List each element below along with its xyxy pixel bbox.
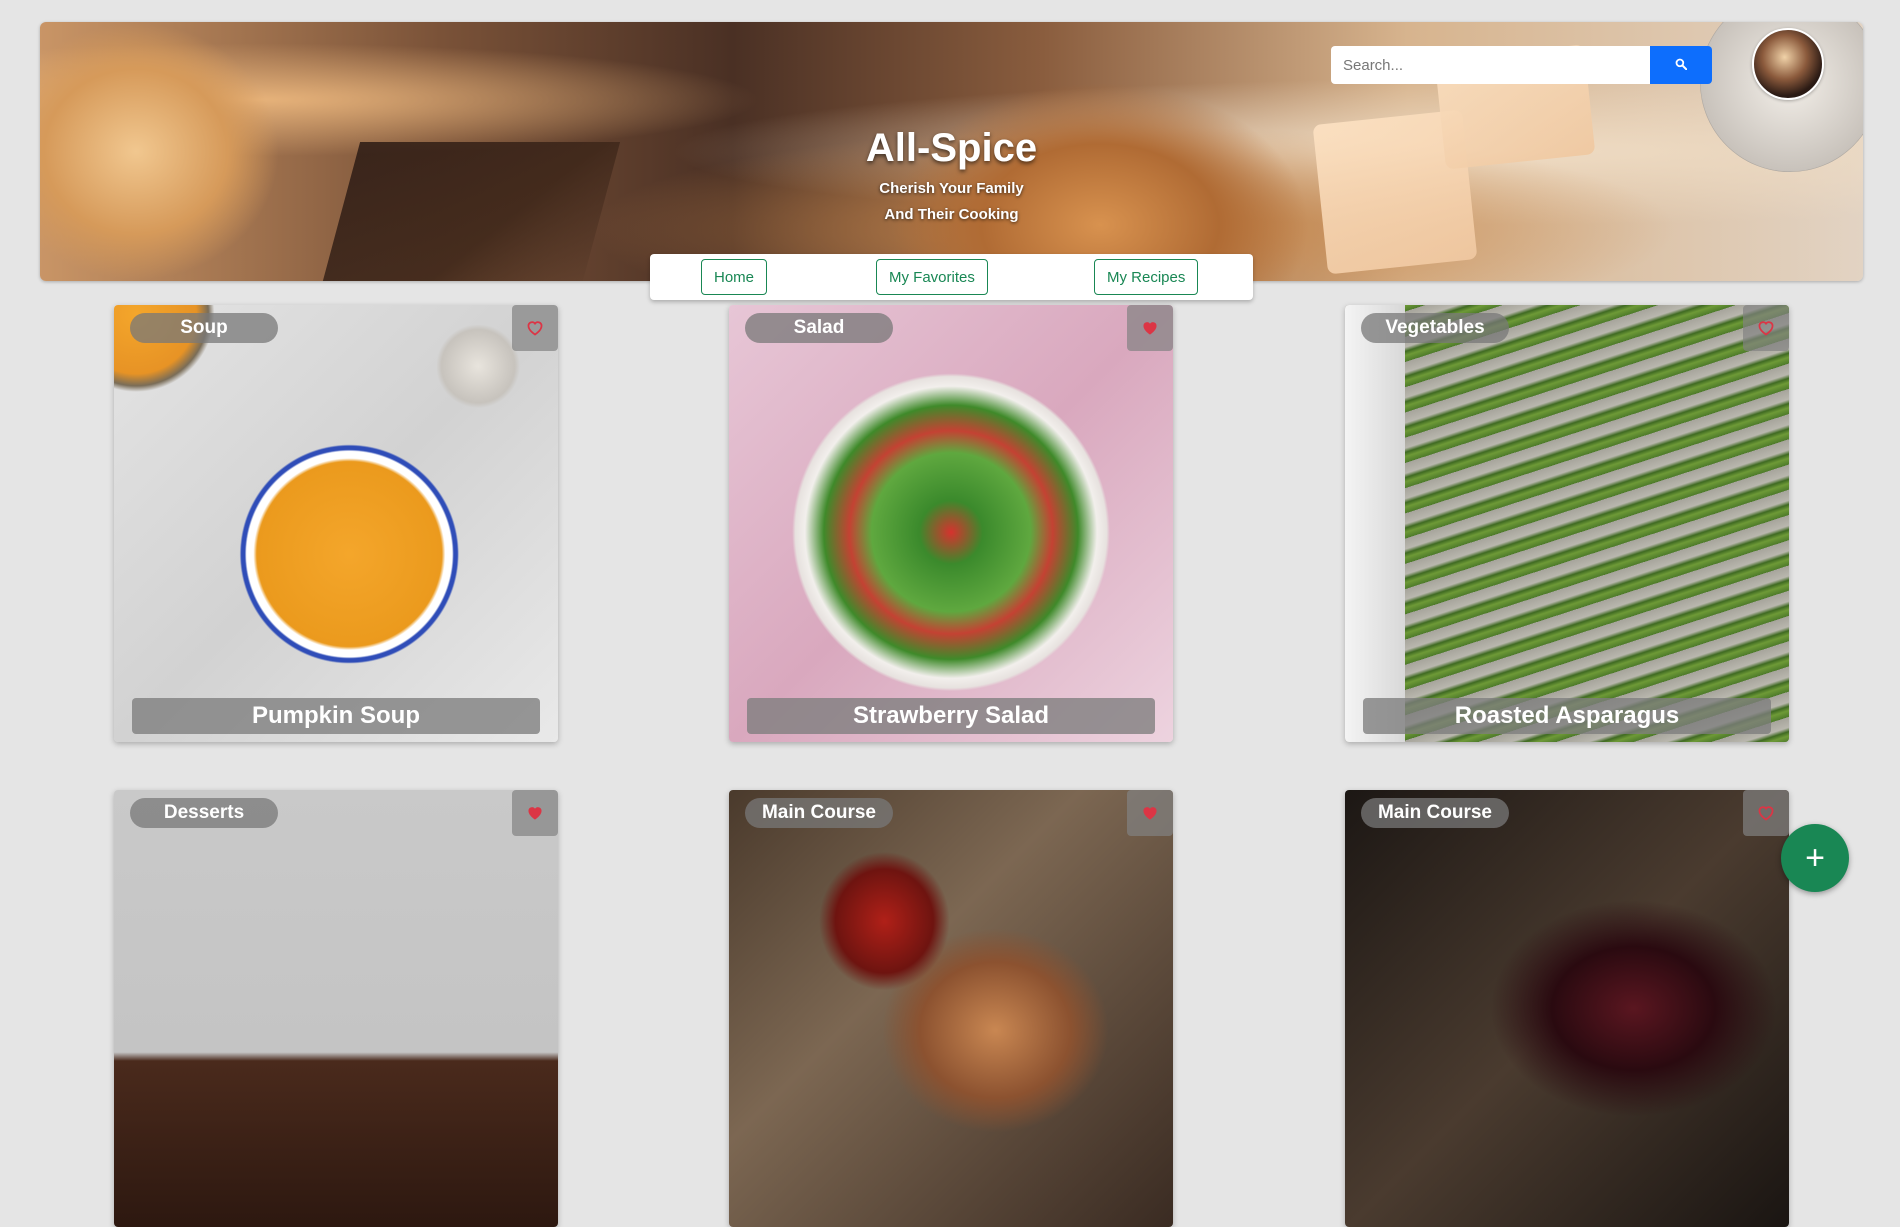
category-badge: Main Course [1361, 798, 1509, 828]
add-recipe-button[interactable]: + [1781, 824, 1849, 892]
search-icon [1675, 58, 1688, 70]
nav-bar: Home My Favorites My Recipes [650, 254, 1253, 300]
nav-recipes-button[interactable]: My Recipes [1094, 259, 1199, 295]
heart-outline-icon [527, 321, 543, 336]
recipe-card[interactable]: Main Course [1345, 790, 1789, 1227]
recipe-card[interactable]: Main Course [729, 790, 1173, 1227]
nav-favorites-button[interactable]: My Favorites [876, 259, 988, 295]
recipe-image [1345, 790, 1789, 1227]
category-badge: Main Course [745, 798, 893, 828]
recipe-card[interactable]: Salad Strawberry Salad [729, 305, 1173, 742]
favorite-button[interactable] [1743, 790, 1789, 836]
recipe-image [114, 305, 558, 742]
recipe-title: Strawberry Salad [747, 698, 1155, 734]
favorite-button[interactable] [512, 305, 558, 351]
recipe-card[interactable]: Vegetables Roasted Asparagus [1345, 305, 1789, 742]
recipe-image [729, 790, 1173, 1227]
favorite-button[interactable] [1127, 305, 1173, 351]
recipe-card[interactable]: Desserts [114, 790, 558, 1227]
heart-filled-icon [1143, 322, 1157, 335]
heart-filled-icon [528, 807, 542, 820]
search-input[interactable] [1331, 46, 1650, 84]
favorite-button[interactable] [512, 790, 558, 836]
user-avatar[interactable] [1752, 28, 1824, 100]
search-bar [1331, 46, 1712, 84]
heart-filled-icon [1143, 807, 1157, 820]
heart-outline-icon [1758, 321, 1774, 336]
recipe-title: Roasted Asparagus [1363, 698, 1771, 734]
search-button[interactable] [1650, 46, 1712, 84]
site-title: All-Spice [865, 126, 1038, 170]
recipe-image [114, 790, 558, 1227]
nav-home-button[interactable]: Home [701, 259, 768, 295]
category-badge: Vegetables [1361, 313, 1509, 343]
recipe-card[interactable]: Soup Pumpkin Soup [114, 305, 558, 742]
recipe-image [729, 305, 1173, 742]
site-subtitle: And Their Cooking [884, 206, 1019, 223]
category-badge: Desserts [130, 798, 278, 828]
favorite-button[interactable] [1743, 305, 1789, 351]
category-badge: Soup [130, 313, 278, 343]
favorite-button[interactable] [1127, 790, 1173, 836]
recipe-image [1345, 305, 1789, 742]
category-badge: Salad [745, 313, 893, 343]
recipe-title: Pumpkin Soup [132, 698, 540, 734]
heart-outline-icon [1758, 806, 1774, 821]
site-subtitle: Cherish Your Family [879, 180, 1024, 197]
